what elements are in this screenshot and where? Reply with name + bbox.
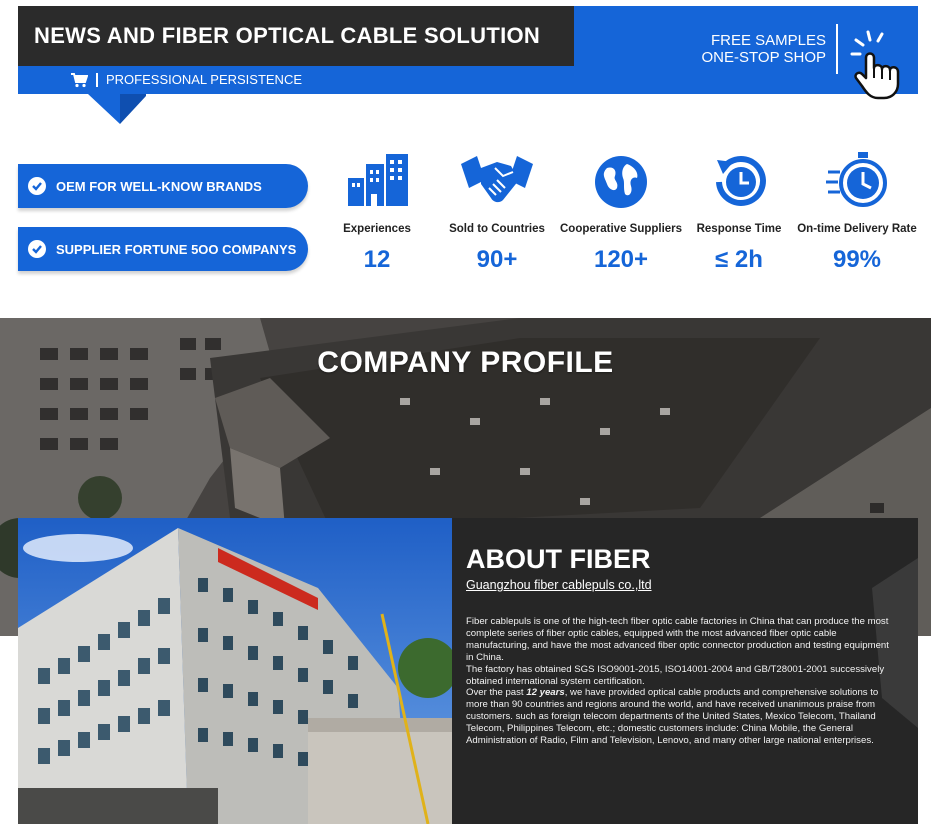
cart-icon xyxy=(71,73,88,88)
about-body: Fiber cablepuls is one of the high-tech … xyxy=(466,616,896,747)
stat-label: Sold to Countries xyxy=(449,223,545,235)
promo-line-1: FREE SAMPLES xyxy=(710,32,826,49)
stat-response: Response Time ≤ 2h xyxy=(678,150,800,273)
clock-cycle-icon xyxy=(716,156,766,206)
stat-experiences: Experiences 12 xyxy=(316,150,438,273)
stat-value: 90+ xyxy=(476,246,518,273)
stopwatch-icon xyxy=(826,152,887,207)
stat-value: 99% xyxy=(832,246,882,273)
stat-label: Response Time xyxy=(696,223,782,235)
header-subtitle: PROFESSIONAL PERSISTENCE xyxy=(106,72,303,87)
stat-countries: Sold to Countries 90+ xyxy=(436,150,558,273)
stat-label: Experiences xyxy=(343,223,411,235)
stat-suppliers: Cooperative Suppliers 120+ xyxy=(560,150,682,273)
check-circle-icon xyxy=(28,240,46,258)
globe-icon xyxy=(595,156,647,208)
about-paragraph: Fiber cablepuls is one of the high-tech … xyxy=(466,616,889,663)
stat-label: On-time Delivery Rate xyxy=(797,223,917,235)
promo-divider xyxy=(836,24,838,74)
about-title: ABOUT FIBER xyxy=(466,544,651,574)
buildings-icon xyxy=(348,154,408,206)
promo-text[interactable]: FREE SAMPLES ONE-STOP SHOP xyxy=(666,32,826,66)
header-title: NEWS AND FIBER OPTICAL CABLE SOLUTION xyxy=(18,6,574,66)
company-profile-title: COMPANY PROFILE xyxy=(317,346,614,379)
stat-value: 120+ xyxy=(593,246,649,273)
about-paragraph: The factory has obtained SGS ISO9001-201… xyxy=(466,663,885,687)
stat-value: ≤ 2h xyxy=(715,246,763,273)
factory-building-photo xyxy=(18,518,452,824)
about-emphasis: 12 years xyxy=(526,687,565,699)
badge-supplier: SUPPLIER FORTUNE 5OO COMPANYS xyxy=(18,227,308,271)
stat-label: Cooperative Suppliers xyxy=(560,223,683,235)
about-company-link[interactable]: Guangzhou fiber cablepuls co.,ltd xyxy=(466,578,652,592)
badge-label: OEM FOR WELL-KNOW BRANDS xyxy=(56,178,262,194)
pointing-hand-icon[interactable] xyxy=(848,28,910,100)
header-divider xyxy=(96,73,98,87)
check-circle-icon xyxy=(28,177,46,195)
badge-oem: OEM FOR WELL-KNOW BRANDS xyxy=(18,164,308,208)
promo-line-2: ONE-STOP SHOP xyxy=(701,49,826,66)
stat-value: 12 xyxy=(363,246,391,273)
handshake-icon xyxy=(461,156,533,203)
about-paragraph: Over the past 12 years, we have provided… xyxy=(466,687,896,747)
about-text: Over the past xyxy=(466,687,527,699)
badge-label: SUPPLIER FORTUNE 5OO COMPANYS xyxy=(56,241,297,257)
header-subtitle-row: PROFESSIONAL PERSISTENCE xyxy=(70,66,302,94)
stat-delivery: On-time Delivery Rate 99% xyxy=(796,150,918,273)
